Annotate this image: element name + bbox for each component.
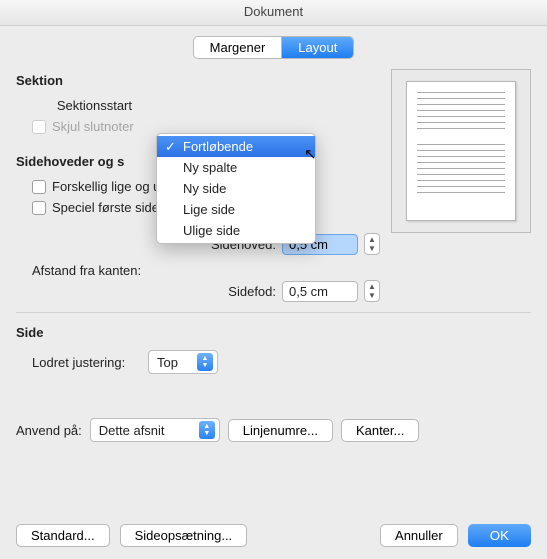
valign-label: Lodret justering: [32,355,142,370]
dropdown-item-new-column[interactable]: Ny spalte [157,157,315,178]
dropdown-item-odd-page[interactable]: Ulige side [157,220,315,241]
dropdown-item-continuous[interactable]: Fortløbende [157,136,315,157]
line-numbers-button[interactable]: Linjenumre... [228,419,333,442]
tab-margins[interactable]: Margener [194,37,282,58]
footer-distance-field[interactable]: 0,5 cm [282,281,358,302]
hide-endnotes-label: Skjul slutnoter [52,119,134,134]
default-button[interactable]: Standard... [16,524,110,547]
checkbox-box [32,201,46,215]
checkbox-box [32,180,46,194]
chevron-updown-icon: ▲▼ [199,421,215,439]
page-preview [391,69,531,233]
chevron-updown-icon: ▲▼ [197,353,213,371]
borders-button[interactable]: Kanter... [341,419,419,442]
bottom-button-row: Standard... Sideopsætning... Annuller OK [16,524,531,547]
footer-distance-stepper[interactable]: ▲▼ [364,280,380,302]
apply-to-value: Dette afsnit [99,423,165,438]
special-first-label: Speciel første side [52,200,159,215]
tab-layout[interactable]: Layout [281,37,353,58]
apply-to-select[interactable]: Dette afsnit ▲▼ [90,418,220,442]
valign-select[interactable]: Top ▲▼ [148,350,218,374]
apply-to-label: Anvend på: [16,423,82,438]
header-distance-stepper[interactable]: ▲▼ [364,233,380,255]
page-setup-button[interactable]: Sideopsætning... [120,524,248,547]
page-heading: Side [16,325,531,340]
valign-value: Top [157,355,178,370]
special-first-checkbox[interactable]: Speciel første side [32,200,159,215]
footer-distance-label: Sidefod: [16,284,276,299]
ok-button[interactable]: OK [468,524,531,547]
section-start-dropdown[interactable]: Fortløbende Ny spalte Ny side Lige side … [156,133,316,244]
separator [16,312,531,313]
tabs: Margener Layout [16,36,531,59]
dropdown-item-new-page[interactable]: Ny side [157,178,315,199]
dialog-body: Margener Layout Sektion Sektionsstart Sk… [0,26,547,456]
section-start-label: Sektionsstart [32,98,132,113]
dropdown-item-even-page[interactable]: Lige side [157,199,315,220]
window-title: Dokument [0,0,547,26]
checkbox-box [32,120,46,134]
distance-from-edge-label: Afstand fra kanten: [32,263,164,278]
cancel-button[interactable]: Annuller [380,524,458,547]
section-heading: Sektion [16,73,377,88]
hide-endnotes-checkbox: Skjul slutnoter [32,119,134,134]
